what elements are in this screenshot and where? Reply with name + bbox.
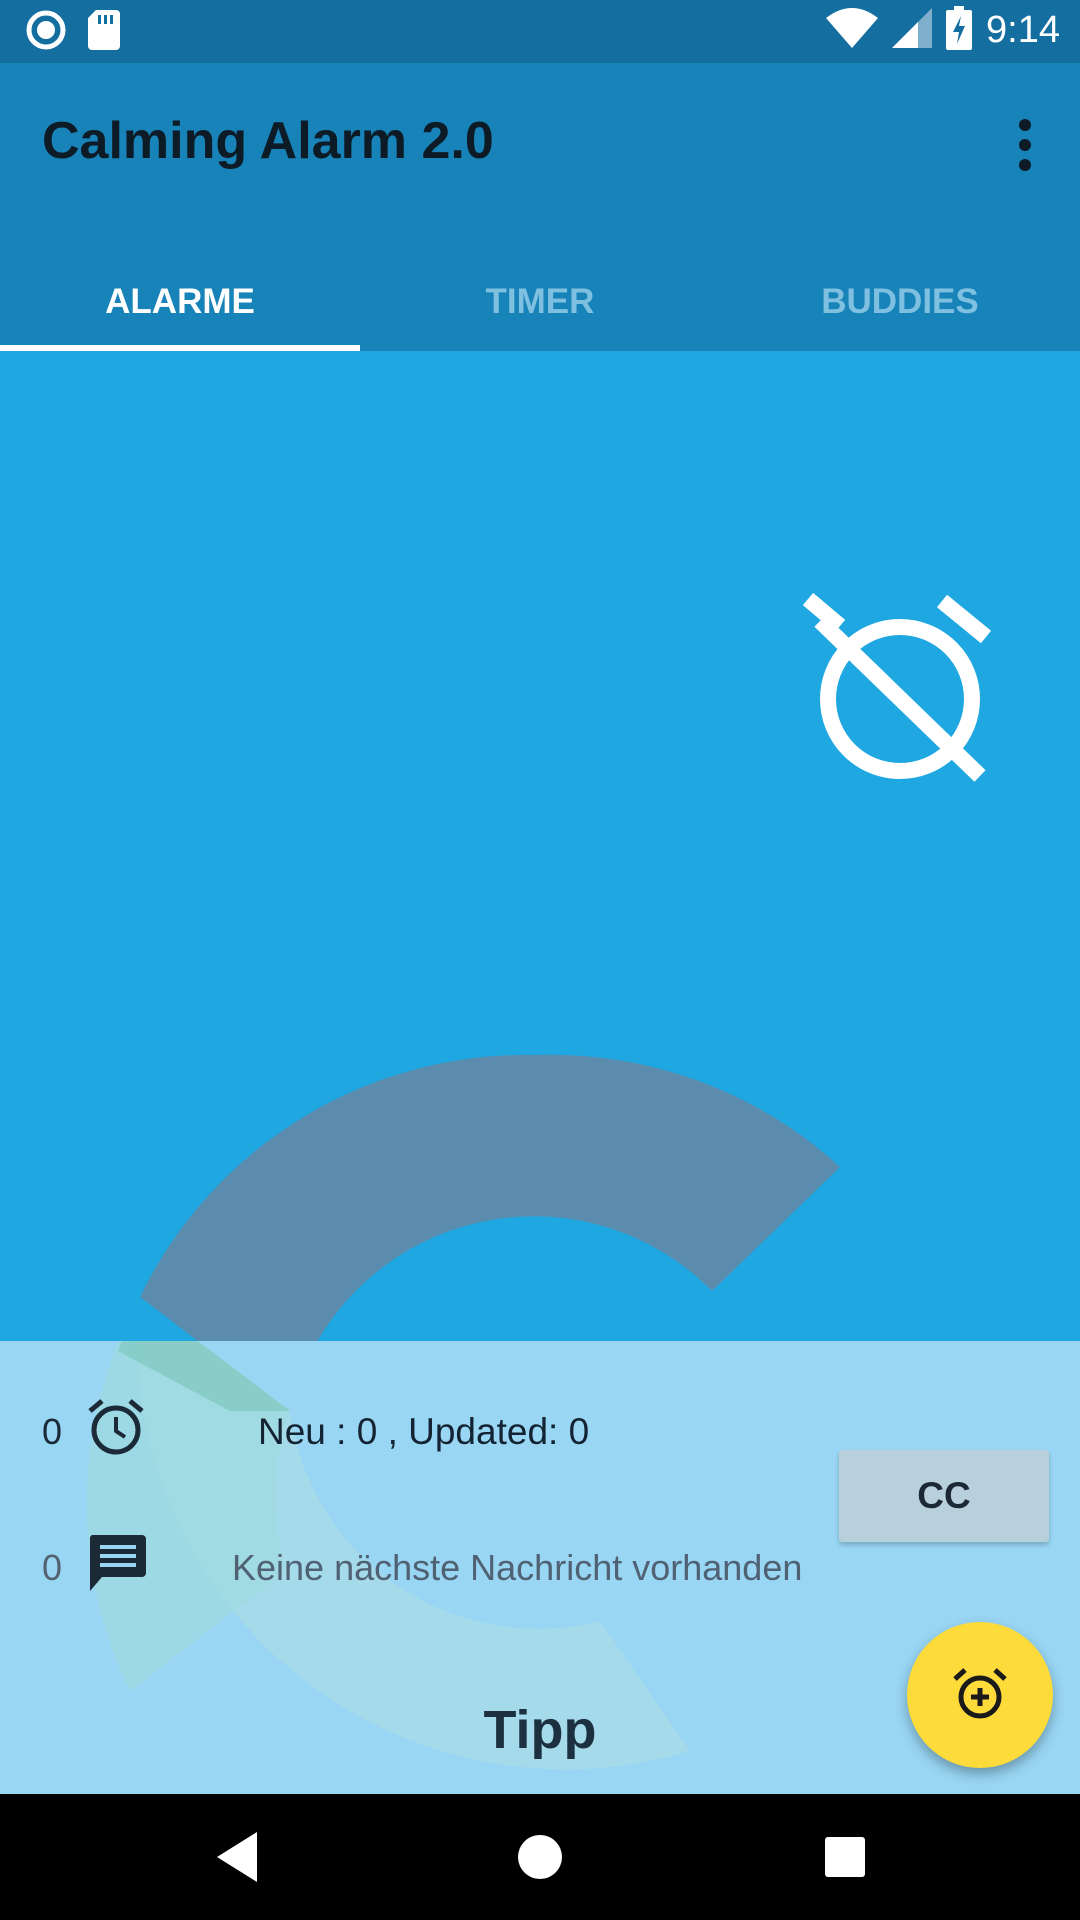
add-alarm-button[interactable] <box>907 1622 1053 1768</box>
alarm-icon <box>86 1397 146 1457</box>
record-icon <box>26 10 66 55</box>
wifi-icon <box>826 8 879 53</box>
tab-buddies[interactable]: BUDDIES <box>720 253 1080 351</box>
alarm-count: 0 <box>42 1411 63 1452</box>
home-icon[interactable] <box>507 1824 573 1890</box>
tab-label: TIMER <box>485 282 595 321</box>
message-icon <box>86 1533 148 1595</box>
message-count: 0 <box>42 1547 63 1588</box>
sd-card-icon <box>88 10 120 55</box>
app-bar: Calming Alarm 2.0 ALARME TIMER BUDDIES <box>0 63 1080 351</box>
more-vert-icon[interactable] <box>1010 115 1040 175</box>
tab-label: ALARME <box>105 282 255 321</box>
app-title: Calming Alarm 2.0 <box>42 112 494 170</box>
back-icon[interactable] <box>207 1824 273 1890</box>
tab-label: BUDDIES <box>821 282 979 321</box>
cell-signal-icon <box>892 8 933 53</box>
battery-charging-icon <box>946 6 973 55</box>
alarm-add-icon <box>952 1666 1008 1725</box>
status-bar: 9:14 <box>0 0 1080 63</box>
tab-timer[interactable]: TIMER <box>360 253 720 351</box>
tab-bar: ALARME TIMER BUDDIES <box>0 253 1080 351</box>
alarm-off-icon[interactable] <box>800 591 1000 791</box>
recents-icon[interactable] <box>812 1824 878 1890</box>
tab-alarme[interactable]: ALARME <box>0 253 360 351</box>
cc-button[interactable]: CC <box>839 1450 1049 1542</box>
status-time: 9:14 <box>986 9 1060 51</box>
alarm-content <box>0 351 1080 1341</box>
gauge-ring <box>140 1054 840 1341</box>
sync-status-text: Neu : 0 , Updated: 0 <box>258 1411 590 1452</box>
navigation-bar <box>0 1794 1080 1920</box>
next-message-text: Keine nächste Nachricht vorhanden <box>232 1547 803 1588</box>
